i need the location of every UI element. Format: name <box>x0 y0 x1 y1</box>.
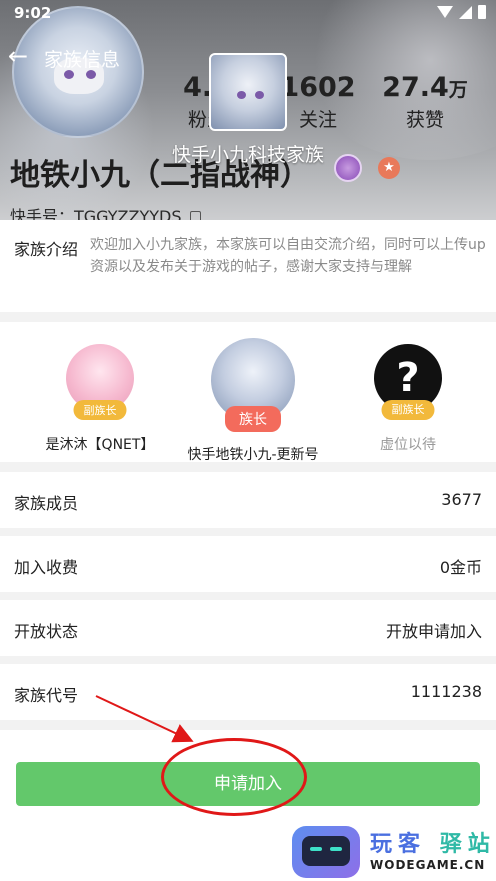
watermark-title-a: 玩客 <box>370 832 427 857</box>
annotation-arrow-icon <box>95 695 194 743</box>
robot-logo-icon <box>292 826 360 878</box>
watermark-logo: 玩客 驿站 WODEGAME.CN <box>286 822 496 881</box>
watermark-sub: WODEGAME.CN <box>370 858 486 872</box>
watermark-title-b: 驿站 <box>439 832 496 857</box>
watermark-title: 玩客 驿站 <box>370 826 496 858</box>
annotation-circle <box>161 738 307 816</box>
